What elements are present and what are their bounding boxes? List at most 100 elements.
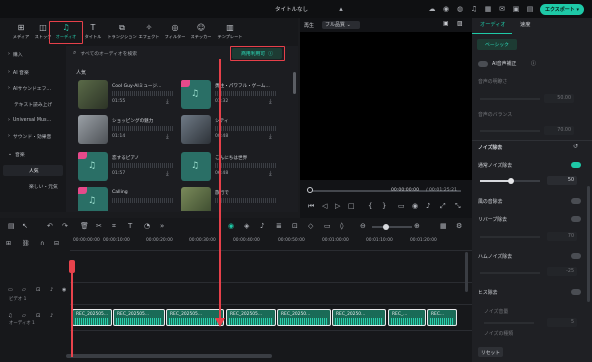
link-icon[interactable]: ⛓ — [22, 240, 30, 247]
playhead[interactable] — [71, 260, 73, 357]
select-tool-icon[interactable]: ▤ — [8, 222, 15, 230]
clarity-value[interactable]: 50.00 — [544, 94, 574, 103]
stop-icon[interactable]: □ — [348, 202, 355, 210]
marker-icon[interactable]: ◇ — [308, 222, 313, 230]
zoom-slider[interactable] — [372, 226, 412, 228]
play-icon[interactable]: ▷ — [335, 202, 340, 210]
audio-card[interactable]: ♫ 勇往・パワフル・ゲーム... 01:32 ⤓ — [181, 80, 281, 109]
tool-media[interactable]: ⊞ メディア — [9, 24, 33, 44]
more-icon[interactable]: » — [160, 222, 164, 230]
tool-title[interactable]: T タイトル — [81, 24, 105, 44]
headset-icon[interactable]: ♫ — [470, 5, 478, 13]
sidebar-item-ai-music[interactable]: › AI 音楽 — [3, 67, 63, 78]
library-scrollbar[interactable] — [293, 72, 296, 94]
settings-icon[interactable]: ⚙ — [456, 222, 462, 230]
tab-audio[interactable]: オーディオ — [480, 21, 506, 28]
audio-card[interactable]: 旅行で — [181, 187, 281, 211]
normal-noise-toggle[interactable] — [571, 162, 581, 168]
redo-icon[interactable]: ↷ — [62, 222, 68, 230]
tool-transition[interactable]: ⧉ トランジション — [107, 24, 137, 44]
zoom-in-icon[interactable]: ⊕ — [414, 222, 420, 230]
audio-clip[interactable]: REC_202505... — [72, 309, 112, 326]
image-icon[interactable]: ▨ — [457, 20, 463, 27]
subtab-basic[interactable]: ベーシック — [477, 39, 517, 50]
layout-icon[interactable]: ▣ — [512, 5, 520, 13]
right-panel-scrollbar[interactable] — [587, 186, 590, 302]
balance-value[interactable]: 70.00 — [544, 126, 574, 135]
tool-template[interactable]: ▥ テンプレート — [216, 24, 244, 44]
folder-icon[interactable]: ▱ — [22, 287, 26, 293]
pointer-icon[interactable]: ↖ — [22, 222, 28, 230]
mute-icon[interactable]: ♪ — [50, 313, 53, 319]
tab-speed[interactable]: 速度 — [520, 21, 530, 28]
audio-card[interactable]: ♫ こんにちは世界 06:48 ⤓ — [181, 152, 281, 181]
audio-clip[interactable]: REC_... — [388, 309, 426, 326]
mute-icon[interactable]: ♪ — [50, 287, 53, 293]
arrow-up-icon[interactable]: ▴ — [337, 5, 345, 13]
grid-view-icon[interactable]: ▦ — [440, 222, 447, 230]
balance-slider[interactable] — [480, 130, 540, 132]
magnet-icon[interactable]: ∩ — [40, 240, 44, 247]
grid-icon[interactable]: ▦ — [484, 5, 492, 13]
clarity-slider[interactable] — [480, 98, 540, 100]
reset-button[interactable]: リセット — [478, 347, 503, 357]
audio-card[interactable]: Cool Guy-AIミュージ... 01:55 ⤓ — [78, 80, 178, 109]
quality-select[interactable]: フル品質 ⌄ — [322, 21, 360, 29]
sidebar-item-universal[interactable]: › Universal Mus... — [3, 115, 63, 126]
fullscreen-icon[interactable]: ⤢ — [440, 202, 446, 211]
cloud-icon[interactable]: ☁ — [428, 5, 436, 13]
volume-icon[interactable]: ♪ — [426, 202, 430, 210]
delete-icon[interactable]: 🗑 — [80, 222, 89, 230]
user-icon[interactable]: ◍ — [456, 5, 464, 13]
camera-icon[interactable]: ◉ — [442, 5, 450, 13]
mic-icon[interactable]: ♪ — [260, 222, 264, 230]
caption-icon[interactable]: ▭ — [324, 222, 331, 230]
step-back-icon[interactable]: ◁ — [322, 202, 327, 210]
normal-noise-knob[interactable] — [508, 178, 514, 184]
sidebar-item-purchase[interactable]: › 購入 — [3, 49, 63, 60]
crop-icon[interactable]: ⌗ — [112, 222, 116, 231]
mark-out-icon[interactable]: } — [382, 202, 386, 210]
undo-icon[interactable]: ↶ — [47, 222, 53, 230]
hum-slider[interactable] — [480, 272, 540, 274]
search-input[interactable]: ⌕ すべてのオーディオを検索 — [73, 47, 225, 59]
sidebar-item-tts[interactable]: テキスト読み上げ — [3, 99, 63, 110]
ai-tool-icon[interactable]: ◉ — [228, 222, 234, 230]
tool-effect[interactable]: ✧ エフェクト — [137, 24, 161, 44]
audio-card[interactable]: ♫ Calling — [78, 187, 178, 211]
audio-clip[interactable]: REC_20250... — [277, 309, 331, 326]
keyframe-icon[interactable]: ◊ — [340, 222, 343, 230]
bell-icon[interactable]: ✉ — [498, 5, 506, 13]
zoom-out-icon[interactable]: ⊖ — [360, 222, 366, 230]
hum-toggle[interactable] — [571, 253, 581, 259]
lock-icon[interactable]: ⊡ — [36, 287, 40, 293]
hiss-slider[interactable] — [484, 322, 534, 324]
mark-in-icon[interactable]: { — [368, 202, 372, 210]
zoom-slider-knob[interactable] — [383, 224, 389, 230]
download-icon[interactable]: ⤓ — [269, 98, 272, 106]
timeline-vscrollbar[interactable] — [465, 252, 468, 292]
reverb-value[interactable]: 70 — [547, 232, 577, 241]
camera-icon[interactable]: ◉ — [412, 202, 418, 210]
audio-clip[interactable]: REC_202505... — [113, 309, 165, 326]
audio-clip[interactable]: REC_202505... — [226, 309, 276, 326]
hiss-value[interactable]: 5 — [547, 318, 577, 327]
sidebar-item-popular[interactable]: 人気 — [3, 165, 63, 176]
expand-icon[interactable]: ⤡ — [455, 202, 461, 211]
commercial-use-filter-button[interactable]: 商用利用可 ⓘ — [232, 48, 282, 59]
lock-icon[interactable]: ⊡ — [36, 313, 40, 319]
lock-icon[interactable]: ⊟ — [54, 240, 59, 247]
monitor-icon[interactable]: ▭ — [398, 202, 405, 210]
layers-icon[interactable]: ≣ — [276, 222, 282, 230]
download-icon[interactable]: ⤓ — [269, 170, 272, 178]
speed-icon[interactable]: ◔ — [144, 222, 150, 230]
tool-audio[interactable]: ♫ オーディオ — [49, 21, 83, 44]
normal-noise-value[interactable]: 50 — [547, 176, 577, 185]
shield-icon[interactable]: ◈ — [244, 222, 249, 230]
sidebar-item-sound-effects[interactable]: › サウンド・効果音 — [3, 131, 63, 142]
timeline-scrollbar[interactable] — [66, 354, 272, 358]
folder-icon[interactable]: ▱ — [22, 313, 26, 319]
audio-card[interactable]: ♫ 恋するピアノ 01:57 ⤓ — [78, 152, 178, 181]
audio-clip[interactable]: REC_20250... — [332, 309, 386, 326]
sidebar-item-music[interactable]: ⌄ 音楽 — [3, 149, 63, 160]
